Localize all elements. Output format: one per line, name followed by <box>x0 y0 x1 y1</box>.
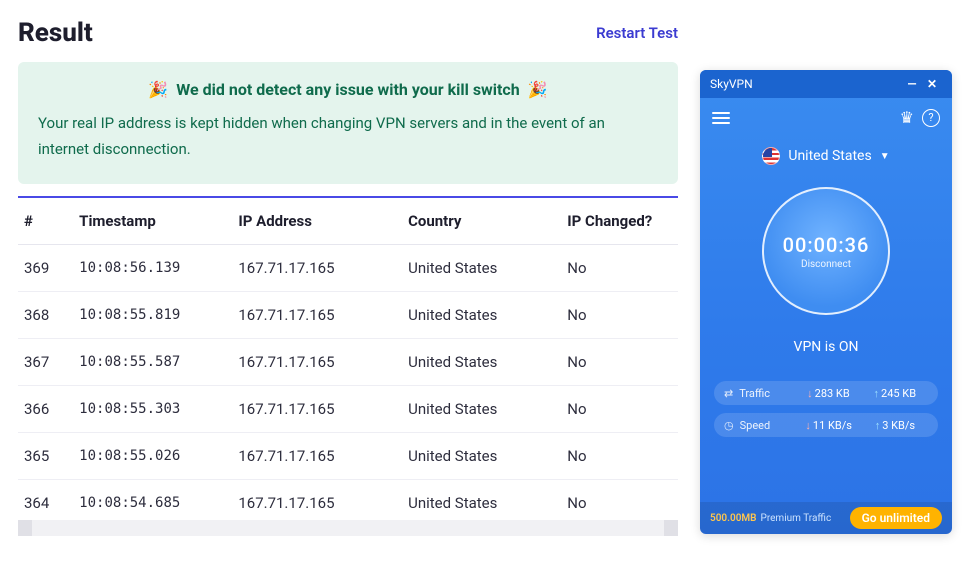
banner-title: We did not detect any issue with your ki… <box>176 80 519 99</box>
vpn-widget: SkyVPN — ✕ ♛ ? United States ▼ 00:00:36 … <box>700 70 952 534</box>
country-selector[interactable]: United States ▼ <box>700 147 952 165</box>
traffic-label: Traffic <box>739 387 795 400</box>
cell-ts: 10:08:55.819 <box>73 292 232 339</box>
cell-num: 369 <box>18 245 73 292</box>
cell-ip: 167.71.17.165 <box>232 433 402 480</box>
table-row: 36810:08:55.819167.71.17.165United State… <box>18 292 678 339</box>
table-row: 36910:08:56.139167.71.17.165United State… <box>18 245 678 292</box>
col-ts: Timestamp <box>73 198 232 245</box>
cell-country: United States <box>402 245 561 292</box>
restart-test-link[interactable]: Restart Test <box>596 24 678 42</box>
speed-label: Speed <box>740 419 796 432</box>
chevron-down-icon: ▼ <box>880 151 890 162</box>
col-country: Country <box>402 198 561 245</box>
cell-ip: 167.71.17.165 <box>232 386 402 433</box>
party-popper-icon: 🎉 <box>528 80 548 99</box>
menu-icon[interactable] <box>712 112 730 124</box>
cell-changed: No <box>561 386 678 433</box>
down-arrow-icon: ↓ <box>805 419 811 432</box>
cell-num: 364 <box>18 480 73 519</box>
traffic-down: 283 KB <box>815 387 850 400</box>
traffic-up: 245 KB <box>881 387 916 400</box>
vpn-status: VPN is ON <box>700 339 952 355</box>
cell-country: United States <box>402 480 561 519</box>
crown-icon[interactable]: ♛ <box>900 108 914 127</box>
speed-up: 3 KB/s <box>882 419 915 432</box>
vpn-timer: 00:00:36 <box>783 233 870 257</box>
cell-country: United States <box>402 386 561 433</box>
results-table-scroll[interactable]: # Timestamp IP Address Country IP Change… <box>18 198 678 518</box>
horizontal-scrollbar[interactable] <box>18 520 678 536</box>
table-row: 36410:08:54.685167.71.17.165United State… <box>18 480 678 519</box>
close-button[interactable]: ✕ <box>922 77 942 91</box>
cell-ts: 10:08:54.685 <box>73 480 232 519</box>
cell-country: United States <box>402 339 561 386</box>
cell-ts: 10:08:55.026 <box>73 433 232 480</box>
cell-ts: 10:08:55.587 <box>73 339 232 386</box>
col-num: # <box>18 198 73 245</box>
cell-num: 365 <box>18 433 73 480</box>
speed-down: 11 KB/s <box>813 419 852 432</box>
cell-num: 367 <box>18 339 73 386</box>
premium-amount: 500.00MB <box>710 513 757 524</box>
results-table: # Timestamp IP Address Country IP Change… <box>18 198 678 518</box>
page-title: Result <box>18 18 93 48</box>
vpn-country-label: United States <box>788 148 871 164</box>
cell-ts: 10:08:56.139 <box>73 245 232 292</box>
col-changed: IP Changed? <box>561 198 678 245</box>
traffic-icon: ⇄ <box>724 387 733 400</box>
col-ip: IP Address <box>232 198 402 245</box>
help-icon[interactable]: ? <box>922 109 940 127</box>
cell-changed: No <box>561 245 678 292</box>
table-row: 36710:08:55.587167.71.17.165United State… <box>18 339 678 386</box>
cell-ts: 10:08:55.303 <box>73 386 232 433</box>
cell-ip: 167.71.17.165 <box>232 480 402 519</box>
party-popper-icon: 🎉 <box>148 80 168 99</box>
cell-num: 366 <box>18 386 73 433</box>
result-banner: 🎉 We did not detect any issue with your … <box>18 62 678 184</box>
table-row: 36510:08:55.026167.71.17.165United State… <box>18 433 678 480</box>
banner-subtitle: Your real IP address is kept hidden when… <box>38 111 658 162</box>
us-flag-icon <box>762 147 780 165</box>
cell-changed: No <box>561 339 678 386</box>
up-arrow-icon: ↑ <box>874 387 880 400</box>
disconnect-button[interactable]: 00:00:36 Disconnect <box>762 187 890 315</box>
vpn-titlebar: SkyVPN — ✕ <box>700 70 952 98</box>
cell-ip: 167.71.17.165 <box>232 292 402 339</box>
down-arrow-icon: ↓ <box>807 387 813 400</box>
speed-icon: ◷ <box>724 419 734 432</box>
cell-changed: No <box>561 433 678 480</box>
cell-num: 368 <box>18 292 73 339</box>
cell-changed: No <box>561 480 678 519</box>
speed-pill: ◷ Speed ↓11 KB/s ↑3 KB/s <box>714 413 938 437</box>
table-row: 36610:08:55.303167.71.17.165United State… <box>18 386 678 433</box>
minimize-button[interactable]: — <box>902 77 922 91</box>
cell-country: United States <box>402 292 561 339</box>
vpn-app-name: SkyVPN <box>710 77 753 91</box>
up-arrow-icon: ↑ <box>875 419 881 432</box>
premium-label: Premium Traffic <box>761 513 832 524</box>
disconnect-label: Disconnect <box>801 259 851 270</box>
go-unlimited-button[interactable]: Go unlimited <box>850 507 942 529</box>
cell-changed: No <box>561 292 678 339</box>
traffic-pill: ⇄ Traffic ↓283 KB ↑245 KB <box>714 381 938 405</box>
cell-ip: 167.71.17.165 <box>232 339 402 386</box>
cell-ip: 167.71.17.165 <box>232 245 402 292</box>
cell-country: United States <box>402 433 561 480</box>
